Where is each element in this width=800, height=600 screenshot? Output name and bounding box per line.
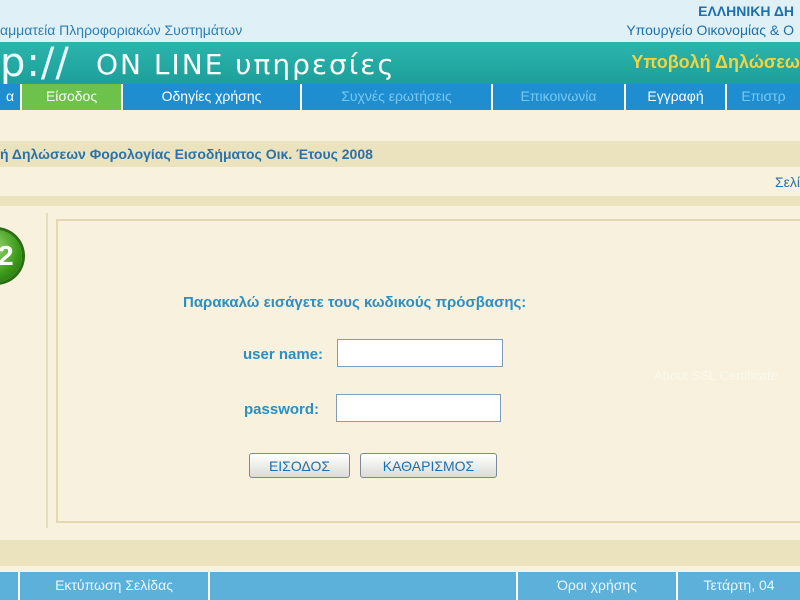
- login-prompt: Παρακαλώ εισάγετε τους κωδικούς πρόσβαση…: [183, 294, 527, 311]
- site-logo-subtitle: ON LINE υπηρεσίες: [96, 48, 396, 81]
- username-input[interactable]: [337, 339, 503, 367]
- step-badge-number: 2: [0, 240, 14, 271]
- nav-item-faq[interactable]: Συχνές ερωτήσεις: [302, 84, 493, 110]
- top-header: αμματεία Πληροφοριακών Συστημάτων ΕΛΛΗΝΙ…: [0, 0, 800, 42]
- ministry-name: Υπουργείο Οικονομίας & Ο: [626, 22, 794, 38]
- reset-button[interactable]: ΚΑΘΑΡΙΣΜΟΣ: [360, 453, 497, 478]
- banner-title: Υποβολή Δηλώσεω: [631, 52, 800, 72]
- subtitle-bar: ή Δηλώσεων Φορολογίας Εισοδήματος Οικ. Έ…: [0, 141, 800, 167]
- org-name-left: αμματεία Πληροφοριακών Συστημάτων: [0, 22, 243, 38]
- main-nav: α Είσοδος Οδηγίες χρήσης Συχνές ερωτήσει…: [0, 84, 800, 110]
- page-link[interactable]: Σελί: [775, 174, 800, 190]
- nav-item-home[interactable]: α: [0, 84, 22, 110]
- nav-item-return[interactable]: Επιστρ: [727, 84, 800, 110]
- terms-of-use-link[interactable]: Όροι χρήσης: [518, 572, 678, 600]
- bottom-band: [0, 540, 800, 566]
- divider-band: [0, 196, 800, 206]
- org-name-right: ΕΛΛΗΝΙΚΗ ΔΗ: [698, 3, 794, 19]
- nav-item-login[interactable]: Είσοδος: [22, 84, 123, 110]
- ssl-certificate-link[interactable]: About SSL Certificate: [654, 368, 778, 383]
- nav-item-instructions[interactable]: Οδηγίες χρήσης: [123, 84, 302, 110]
- site-logo: p://: [0, 42, 70, 84]
- footer-date: Τετάρτη, 04: [703, 577, 775, 593]
- footer-bar: Εκτύπωση Σελίδας Όροι χρήσης Τετάρτη, 04: [0, 572, 800, 600]
- nav-item-contact[interactable]: Επικοινωνία: [493, 84, 626, 110]
- spacer-band: [0, 110, 800, 136]
- print-page-link[interactable]: Εκτύπωση Σελίδας: [20, 572, 210, 600]
- nav-item-register[interactable]: Εγγραφή: [626, 84, 727, 110]
- footer-cell-left: [0, 572, 20, 600]
- username-label: user name:: [243, 346, 324, 363]
- login-button[interactable]: ΕΙΣΟΔΟΣ: [249, 453, 350, 478]
- password-label: password:: [244, 401, 320, 418]
- page-subtitle: ή Δηλώσεων Φορολογίας Εισοδήματος Οικ. Έ…: [0, 146, 373, 162]
- footer-spacer: [210, 572, 518, 600]
- site-banner: p:// ON LINE υπηρεσίες Υποβολή Δηλώσεω: [0, 42, 800, 84]
- password-input[interactable]: [336, 394, 501, 422]
